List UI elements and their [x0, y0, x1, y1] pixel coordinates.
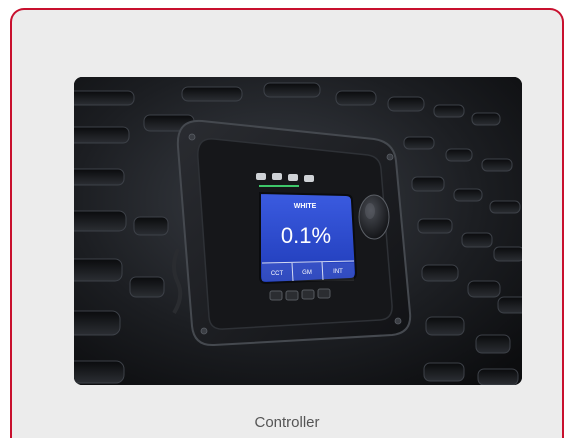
rotary-knob	[358, 194, 390, 240]
card-caption: Controller	[254, 414, 320, 431]
soft-key-3: INT	[333, 269, 343, 275]
soft-key-1: CCT	[271, 271, 284, 277]
controller-photo: WHITE 0.1% CCT GM INT	[74, 77, 522, 385]
controller-image: WHITE 0.1% CCT GM INT	[74, 77, 522, 385]
screen-title: WHITE	[294, 203, 317, 210]
screen-value: 0.1%	[281, 223, 331, 248]
product-card: WHITE 0.1% CCT GM INT Controller	[10, 8, 564, 438]
soft-key-2: GM	[302, 270, 312, 276]
